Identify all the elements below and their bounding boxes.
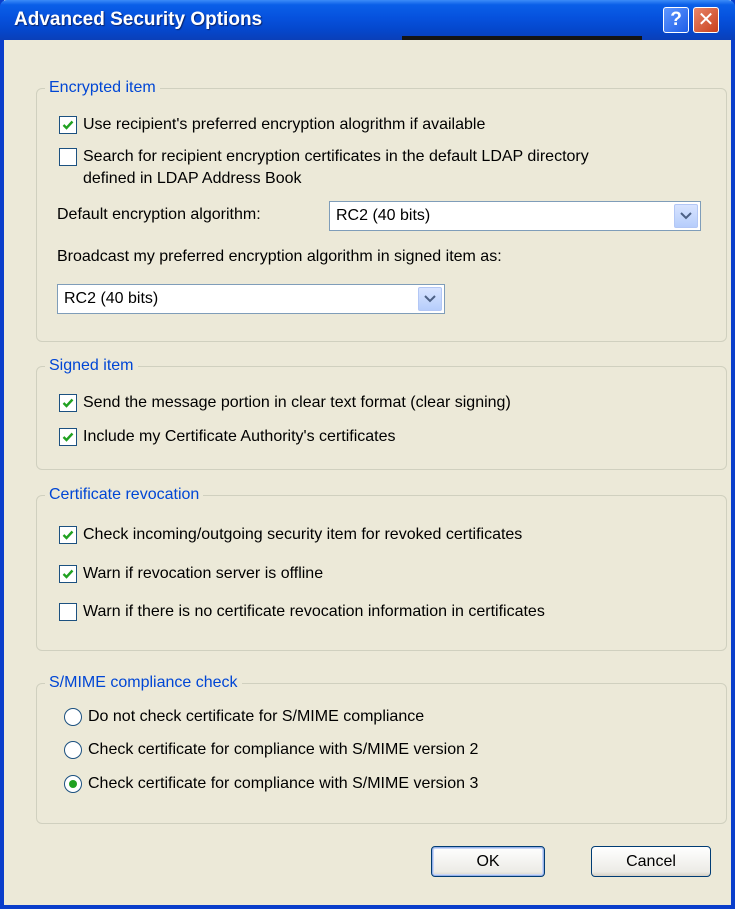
advanced-security-options-dialog: Advanced Security Options ? ✕ Encrypted …	[0, 0, 735, 909]
signed-item-legend: Signed item	[45, 356, 138, 376]
check-revoked-label: Check incoming/outgoing security item fo…	[83, 526, 523, 543]
chevron-down-icon[interactable]	[674, 204, 698, 228]
radio-selected-dot-icon	[69, 780, 77, 788]
default-algorithm-label: Default encryption algorithm:	[57, 206, 261, 223]
encrypted-item-legend: Encrypted item	[45, 78, 160, 98]
broadcast-algorithm-select[interactable]: RC2 (40 bits)	[57, 284, 445, 314]
smime-option-do-not-check[interactable]: Do not check certificate for S/MIME comp…	[64, 708, 424, 726]
use-preferred-algorithm-option[interactable]: Use recipient's preferred encryption alo…	[59, 116, 485, 134]
default-algorithm-value: RC2 (40 bits)	[336, 207, 431, 224]
smime-radio-do-not-check[interactable]	[64, 708, 82, 726]
warn-no-info-label: Warn if there is no certificate revocati…	[83, 603, 545, 620]
include-ca-option[interactable]: Include my Certificate Authority's certi…	[59, 428, 396, 446]
clear-signing-option[interactable]: Send the message portion in clear text f…	[59, 394, 511, 412]
warn-offline-label: Warn if revocation server is offline	[83, 565, 324, 582]
include-ca-checkbox[interactable]	[59, 428, 77, 446]
certificate-revocation-group: Certificate revocation Check incoming/ou…	[36, 485, 727, 651]
smime-radio-version-2[interactable]	[64, 741, 82, 759]
help-icon: ?	[670, 9, 682, 30]
close-icon: ✕	[697, 9, 715, 31]
check-icon	[62, 569, 74, 579]
check-icon	[62, 530, 74, 540]
ok-button[interactable]: OK	[431, 846, 545, 877]
broadcast-algorithm-value: RC2 (40 bits)	[64, 290, 159, 307]
smime-compliance-legend: S/MIME compliance check	[45, 673, 242, 693]
use-preferred-algorithm-label: Use recipient's preferred encryption alo…	[83, 116, 486, 133]
search-ldap-option[interactable]: Search for recipient encryption certific…	[59, 146, 589, 190]
cancel-button[interactable]: Cancel	[591, 846, 711, 877]
check-icon	[62, 432, 74, 442]
certificate-revocation-legend: Certificate revocation	[45, 485, 204, 505]
search-ldap-label-line1: Search for recipient encryption certific…	[83, 148, 589, 165]
check-icon	[62, 120, 74, 130]
chevron-down-icon[interactable]	[418, 287, 442, 311]
warn-offline-option[interactable]: Warn if revocation server is offline	[59, 565, 323, 583]
clear-signing-label: Send the message portion in clear text f…	[83, 394, 511, 411]
smime-option-version-2[interactable]: Check certificate for compliance with S/…	[64, 741, 478, 759]
use-preferred-algorithm-checkbox[interactable]	[59, 116, 77, 134]
warn-no-info-checkbox[interactable]	[59, 603, 77, 621]
smime-option-version-3[interactable]: Check certificate for compliance with S/…	[64, 775, 478, 793]
help-button[interactable]: ?	[663, 7, 689, 33]
check-icon	[62, 398, 74, 408]
search-ldap-label: Search for recipient encryption certific…	[83, 146, 589, 190]
broadcast-algorithm-label: Broadcast my preferred encryption algori…	[57, 248, 502, 265]
dialog-title: Advanced Security Options	[14, 9, 263, 30]
encrypted-item-group: Encrypted item Use recipient's preferred…	[36, 78, 727, 342]
check-revoked-option[interactable]: Check incoming/outgoing security item fo…	[59, 526, 522, 544]
title-bar-shadow	[402, 36, 642, 40]
close-button[interactable]: ✕	[693, 7, 719, 33]
title-bar[interactable]: Advanced Security Options ? ✕	[0, 0, 735, 40]
smime-radio-version-3[interactable]	[64, 775, 82, 793]
check-revoked-checkbox[interactable]	[59, 526, 77, 544]
warn-no-info-option[interactable]: Warn if there is no certificate revocati…	[59, 603, 545, 621]
search-ldap-checkbox[interactable]	[59, 148, 77, 166]
search-ldap-label-line2: defined in LDAP Address Book	[83, 170, 302, 187]
smime-option-label: Do not check certificate for S/MIME comp…	[88, 708, 425, 725]
include-ca-label: Include my Certificate Authority's certi…	[83, 428, 396, 445]
default-algorithm-select[interactable]: RC2 (40 bits)	[329, 201, 701, 231]
smime-option-label: Check certificate for compliance with S/…	[88, 741, 479, 758]
signed-item-group: Signed item Send the message portion in …	[36, 356, 727, 470]
warn-offline-checkbox[interactable]	[59, 565, 77, 583]
smime-compliance-group: S/MIME compliance check Do not check cer…	[36, 673, 727, 824]
smime-option-label: Check certificate for compliance with S/…	[88, 775, 479, 792]
clear-signing-checkbox[interactable]	[59, 394, 77, 412]
